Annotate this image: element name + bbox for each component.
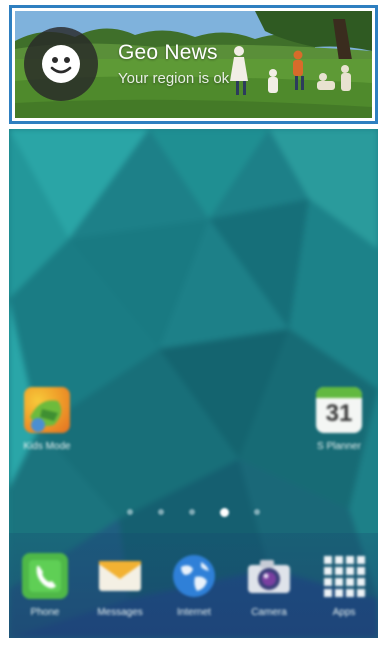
camera-icon <box>246 553 292 599</box>
app-label: Messages <box>97 607 143 618</box>
app-s-planner[interactable]: 31 S Planner <box>307 387 371 452</box>
globe-icon <box>171 553 217 599</box>
notification-title: Geo News <box>118 41 218 64</box>
geo-news-notification[interactable]: Geo News Your region is ok <box>9 5 378 124</box>
apps-grid-icon <box>321 553 367 599</box>
page-dot[interactable] <box>189 509 195 515</box>
app-kids-mode[interactable]: Kids Mode <box>15 387 79 452</box>
messages-icon <box>97 553 143 599</box>
dock-apps[interactable]: Apps <box>312 553 376 618</box>
app-label: Internet <box>177 607 211 618</box>
notification-message: Your region is ok <box>118 70 230 87</box>
app-label: Camera <box>251 607 287 618</box>
page-indicator[interactable] <box>9 506 378 518</box>
notification-background-image: Geo News Your region is ok <box>15 11 372 118</box>
calendar-icon: 31 <box>316 387 362 433</box>
phone-icon <box>22 553 68 599</box>
dock-messages[interactable]: Messages <box>88 553 152 618</box>
calendar-date-badge: 31 <box>325 400 353 427</box>
notification-app-icon <box>24 27 98 101</box>
page-dot-active[interactable] <box>220 507 229 517</box>
dock-camera[interactable]: Camera <box>237 553 301 618</box>
app-label: S Planner <box>317 441 361 452</box>
app-dock: Phone Messages Internet Camera Apps <box>9 533 378 638</box>
app-label: Phone <box>30 607 60 618</box>
app-label: Apps <box>332 607 356 618</box>
page-dot[interactable] <box>158 509 164 515</box>
home-screen: Kids Mode 31 S Planner Phone Messages In… <box>9 129 378 638</box>
dock-internet[interactable]: Internet <box>162 553 226 618</box>
page-dot[interactable] <box>254 509 260 515</box>
kids-mode-icon <box>24 387 70 433</box>
app-label: Kids Mode <box>23 441 71 452</box>
phone-screen: Geo News Your region is ok Kids Mode 31 … <box>0 0 381 648</box>
page-dot[interactable] <box>127 509 133 515</box>
dock-phone[interactable]: Phone <box>13 553 77 618</box>
